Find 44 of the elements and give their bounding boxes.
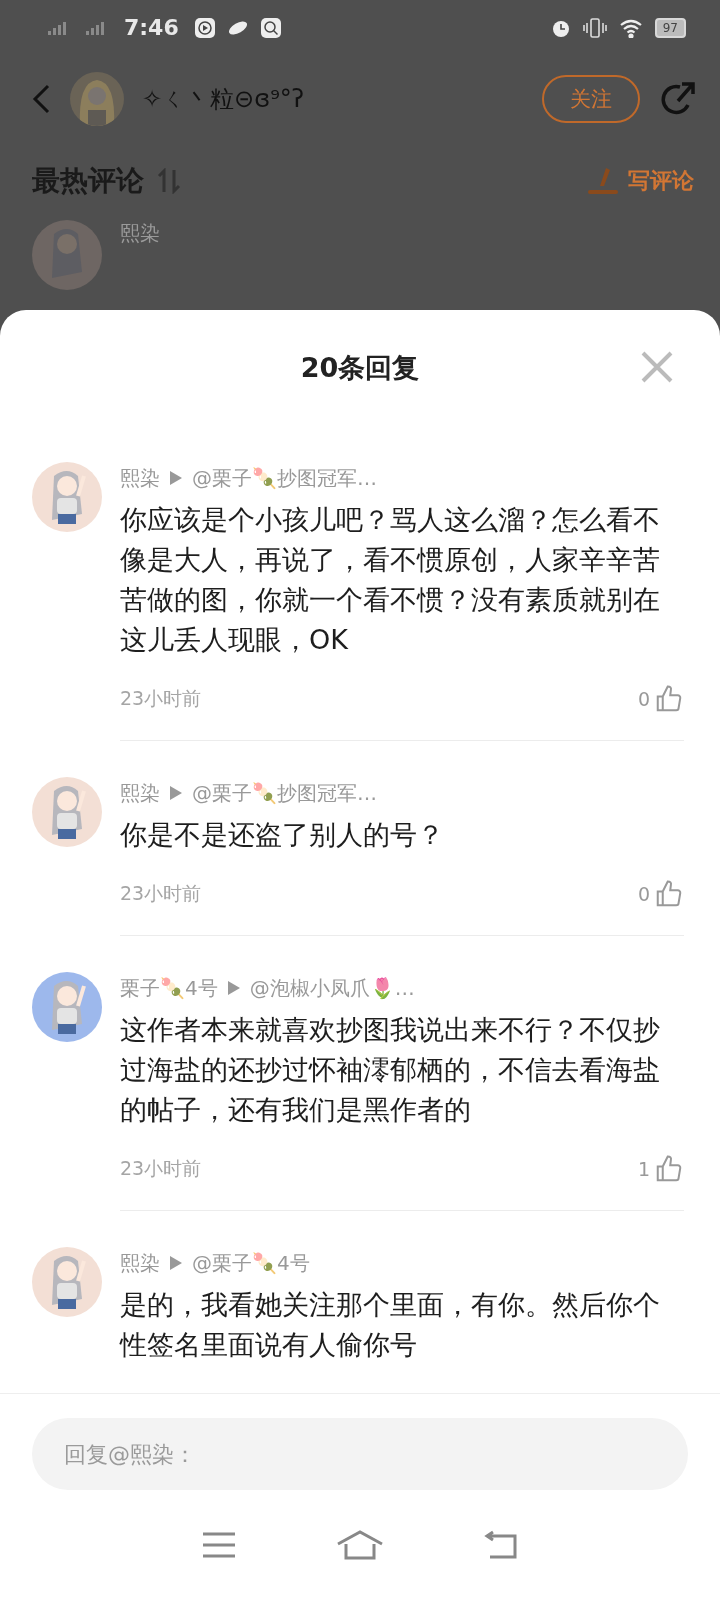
- home-icon[interactable]: [336, 1530, 384, 1560]
- play-icon: [194, 17, 215, 38]
- reply-author: 熙染: [120, 464, 160, 492]
- reply-input-field[interactable]: 回复@熙染：: [32, 1418, 688, 1490]
- reply-target: @栗子🍡4号: [192, 1249, 310, 1277]
- reply-text: 你应该是个小孩儿吧？骂人这么溜？怎么看不像是大人，再说了，看不惯原创，人家辛辛苦苦做的图，你就一个看不惯？没有素质就别在这儿丢人现眼，OK: [120, 503, 661, 657]
- sheet-title: 20条回复: [300, 351, 420, 385]
- author-name: ✧ㄑ丶粒⊝ɞ⁹°ʔ: [142, 83, 306, 115]
- commenter-name: 熙染: [120, 220, 160, 247]
- like-button[interactable]: 0: [637, 684, 684, 714]
- reply-text: 这作者本来就喜欢抄图我说出来不行？不仅抄过海盐的还抄过怀袖澪郁栖的，不信去看海盐的帖子，还有我们是黑作者的: [120, 1013, 661, 1127]
- reply-time: 23小时前: [120, 881, 203, 906]
- reply-text: 你是不是还盗了别人的号？: [120, 818, 445, 852]
- back-nav-icon[interactable]: [484, 1530, 518, 1560]
- back-icon[interactable]: [30, 82, 52, 115]
- like-button[interactable]: 0: [637, 879, 684, 909]
- triangle-icon: [170, 786, 182, 800]
- triangle-icon: [227, 981, 240, 995]
- vibrate-icon: [582, 17, 607, 38]
- reply-time: 23小时前: [120, 686, 203, 711]
- reply-author: 栗子🍡4号: [120, 974, 218, 1002]
- reply-target: @栗子🍡抄图冠军…: [192, 779, 377, 807]
- wifi-icon: [618, 17, 643, 38]
- battery-level: 97: [654, 17, 686, 38]
- reply-author: 熙染: [120, 1249, 160, 1277]
- triangle-icon: [170, 1256, 182, 1270]
- close-button[interactable]: [640, 350, 674, 384]
- reply-target: @栗子🍡抄图冠军…: [192, 464, 377, 492]
- menu-icon[interactable]: [202, 1531, 236, 1559]
- triangle-icon: [170, 471, 182, 485]
- thumbs-up-icon: [654, 684, 684, 714]
- like-button[interactable]: 1: [637, 1154, 684, 1184]
- thumbs-up-icon: [654, 1154, 684, 1184]
- follow-button[interactable]: 关注: [542, 74, 640, 123]
- write-comment-button[interactable]: 写评论: [580, 165, 700, 197]
- search-app-icon: [260, 17, 281, 38]
- reply-text: 是的，我看她关注那个里面，有你。然后你个性签名里面说有人偷你号: [120, 1288, 661, 1362]
- reply-author: 熙染: [120, 779, 160, 807]
- clock-time: 7:46: [124, 15, 179, 41]
- sort-icon[interactable]: [156, 168, 182, 194]
- thumbs-up-icon: [654, 879, 684, 909]
- reply-time: 23小时前: [120, 1156, 203, 1181]
- reply-target: @泡椒小凤爪🌷…: [249, 974, 415, 1002]
- pen-icon: [586, 166, 620, 196]
